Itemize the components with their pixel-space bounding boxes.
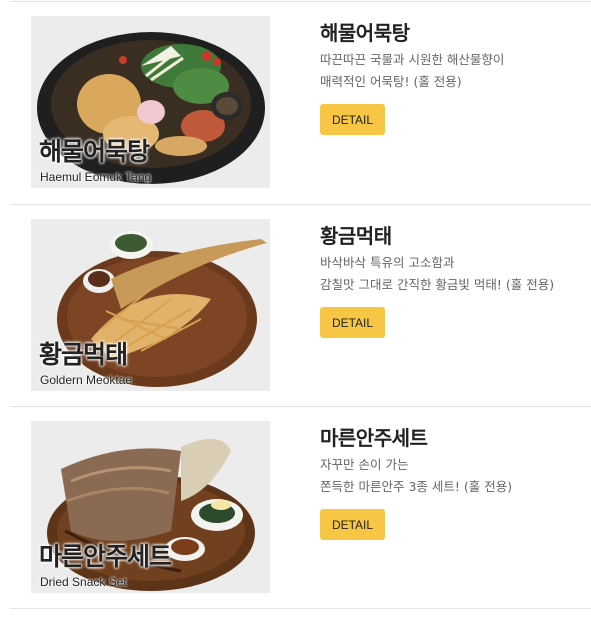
menu-list: 해물어묵탕 Haemul Eomuk Tang 해물어묵탕 따끈따끈 국물과 시… bbox=[0, 0, 591, 620]
image-label-english: Goldern Meoktae bbox=[40, 373, 133, 387]
menu-item-image[interactable]: 마른안주세트 Dried Snack Set bbox=[31, 421, 270, 593]
divider bbox=[10, 608, 591, 609]
description-line: 따끈따끈 국물과 시원한 해산물향이 bbox=[320, 52, 505, 67]
image-label-korean: 해물어묵탕 bbox=[39, 137, 150, 166]
detail-button[interactable]: DETAIL bbox=[320, 104, 385, 135]
detail-button[interactable]: DETAIL bbox=[320, 509, 385, 540]
image-label-english: Dried Snack Set bbox=[40, 575, 127, 589]
menu-item-seafood-fishcake-soup: 해물어묵탕 Haemul Eomuk Tang 해물어묵탕 따끈따끈 국물과 시… bbox=[0, 2, 591, 205]
description-line: 쫀득한 마른안주 3종 세트! (홀 전용) bbox=[320, 479, 513, 494]
description-line: 바삭바삭 특유의 고소함과 bbox=[320, 255, 455, 270]
image-label-korean: 황금먹태 bbox=[39, 340, 128, 369]
menu-item-description: 바삭바삭 특유의 고소함과 감칠맛 그대로 간직한 황금빛 먹태! (홀 전용) bbox=[320, 252, 554, 296]
image-label-korean: 마른안주세트 bbox=[39, 542, 172, 571]
menu-item-title[interactable]: 황금먹태 bbox=[320, 220, 392, 249]
menu-item-dried-snack-set: 마른안주세트 Dried Snack Set 마른안주세트 자꾸만 손이 가는 … bbox=[0, 407, 591, 610]
description-line: 매력적인 어묵탕! (홀 전용) bbox=[320, 74, 462, 89]
menu-item-image[interactable]: 황금먹태 Goldern Meoktae bbox=[31, 219, 270, 391]
menu-item-title[interactable]: 해물어묵탕 bbox=[320, 17, 410, 46]
menu-item-title[interactable]: 마른안주세트 bbox=[320, 422, 428, 451]
detail-button[interactable]: DETAIL bbox=[320, 307, 385, 338]
description-line: 감칠맛 그대로 간직한 황금빛 먹태! (홀 전용) bbox=[320, 277, 555, 292]
menu-item-description: 따끈따끈 국물과 시원한 해산물향이 매력적인 어묵탕! (홀 전용) bbox=[320, 49, 504, 93]
description-line: 자꾸만 손이 가는 bbox=[320, 457, 409, 472]
menu-item-image[interactable]: 해물어묵탕 Haemul Eomuk Tang bbox=[31, 16, 270, 188]
menu-item-golden-meoktae: 황금먹태 Goldern Meoktae 황금먹태 바삭바삭 특유의 고소함과 … bbox=[0, 205, 591, 408]
image-label-english: Haemul Eomuk Tang bbox=[40, 170, 152, 184]
menu-item-description: 자꾸만 손이 가는 쫀득한 마른안주 3종 세트! (홀 전용) bbox=[320, 454, 512, 498]
